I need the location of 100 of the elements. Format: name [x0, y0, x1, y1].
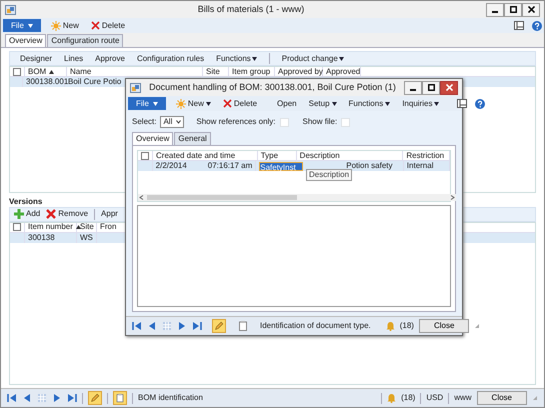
column-header[interactable]: Item number: [28, 222, 73, 232]
company-label[interactable]: www: [454, 393, 472, 403]
column-header[interactable]: Fron: [100, 222, 116, 232]
toolbar-button[interactable]: Inquiries: [400, 98, 442, 108]
column-header[interactable]: BOM: [28, 66, 46, 76]
caret-icon: [206, 102, 211, 106]
first-record-icon[interactable]: [132, 321, 142, 331]
close-button[interactable]: [522, 2, 540, 16]
pencil-icon[interactable]: [212, 319, 226, 333]
pencil-icon[interactable]: [88, 391, 102, 405]
toolbar-button[interactable]: New: [174, 98, 213, 108]
resize-grip-icon[interactable]: [532, 395, 538, 401]
clipboard-icon[interactable]: [113, 391, 127, 405]
delete-icon: [222, 99, 232, 108]
column-header[interactable]: Site: [206, 66, 220, 76]
sun-icon: [176, 98, 186, 108]
column-header[interactable]: Approved: [326, 66, 360, 76]
toolbar-button[interactable]: Remove: [46, 209, 88, 220]
bell-icon: [387, 393, 396, 403]
currency-label[interactable]: USD: [426, 393, 444, 403]
maximize-button[interactable]: [422, 80, 440, 94]
column-header[interactable]: Restriction: [406, 150, 444, 160]
table-cell: 300138: [28, 232, 55, 242]
table-cell: 300138.001: [26, 77, 68, 87]
toolbar-button[interactable]: Add: [14, 209, 40, 220]
table-cell: 2/2/2014: [156, 161, 187, 171]
window-title: Bills of materials (1 - www): [196, 4, 306, 15]
app-icon: [5, 4, 16, 14]
toolbar-button[interactable]: Open: [275, 98, 299, 108]
sort-icon: [76, 225, 81, 230]
file-button[interactable]: File: [3, 19, 41, 32]
field-label: Select:: [132, 117, 156, 127]
clipboard-icon[interactable]: [236, 319, 250, 333]
column-header[interactable]: Name: [70, 66, 92, 76]
last-record-icon[interactable]: [192, 321, 202, 331]
caret-icon: [434, 102, 440, 106]
action-button[interactable]: Configuration rules: [136, 54, 204, 64]
action-button[interactable]: Designer: [20, 54, 52, 64]
action-button[interactable]: Functions: [216, 54, 257, 64]
caret-icon: [252, 56, 257, 60]
column-header[interactable]: Item group: [232, 66, 270, 76]
select-all-checkbox[interactable]: [13, 68, 21, 76]
action-button[interactable]: Lines: [64, 54, 84, 64]
minimize-button[interactable]: [486, 2, 504, 16]
bell-icon: [386, 321, 395, 331]
resize-grip-icon[interactable]: [474, 323, 480, 329]
caret-icon: [152, 102, 158, 106]
delete-icon: [90, 21, 100, 30]
type-input-field[interactable]: SafetyInst: [259, 162, 303, 170]
checkbox[interactable]: [280, 118, 289, 126]
previous-record-icon[interactable]: [22, 393, 32, 403]
caret-icon: [385, 102, 390, 106]
table-cell: Potion safety: [346, 161, 392, 171]
next-record-icon[interactable]: [177, 321, 187, 331]
checkbox[interactable]: [341, 118, 350, 126]
status-text: BOM identification: [138, 393, 203, 403]
maximize-button[interactable]: [504, 2, 522, 16]
file-button[interactable]: File: [128, 97, 166, 110]
last-record-icon[interactable]: [67, 393, 77, 403]
alerts-count[interactable]: (18): [401, 393, 416, 403]
column-header[interactable]: Created date and time: [156, 150, 236, 160]
remove-icon: [46, 209, 56, 220]
toolbar-button[interactable]: Delete: [88, 20, 128, 30]
first-record-icon[interactable]: [7, 393, 17, 403]
help-icon[interactable]: [475, 98, 486, 108]
column-header[interactable]: Approved by: [278, 66, 323, 76]
horizontal-scrollbar[interactable]: [138, 194, 456, 201]
help-icon[interactable]: [532, 20, 542, 30]
column-header[interactable]: Site: [80, 222, 94, 232]
select-all-checkbox[interactable]: [13, 223, 21, 232]
previous-record-icon[interactable]: [147, 321, 157, 331]
select-dropdown[interactable]: All: [160, 116, 184, 128]
toolbar-button[interactable]: Appr: [101, 209, 118, 219]
close-icon: [446, 84, 452, 91]
toolbar-button[interactable]: Functions: [346, 98, 392, 108]
alerts-count[interactable]: (18): [400, 321, 414, 331]
action-button[interactable]: Product change: [282, 54, 344, 64]
table-cell: Boil Cure Potio: [68, 77, 122, 87]
chevron-icon: [176, 120, 182, 124]
tab[interactable]: General: [174, 132, 211, 145]
close-button[interactable]: Close: [476, 391, 527, 405]
tab[interactable]: Overview: [5, 34, 46, 47]
next-record-icon[interactable]: [52, 393, 62, 403]
select-all-checkbox[interactable]: [141, 152, 149, 160]
close-button[interactable]: Close: [418, 319, 470, 333]
tab[interactable]: Overview: [132, 132, 174, 145]
toolbar-button[interactable]: Setup: [306, 98, 339, 108]
column-header[interactable]: Description: [300, 150, 340, 160]
toolbar-button[interactable]: Delete: [220, 98, 260, 108]
column-header[interactable]: Type: [260, 150, 278, 160]
tooltip: Description: [306, 169, 352, 181]
tab[interactable]: Configuration route: [47, 34, 124, 47]
minimize-button[interactable]: [404, 80, 422, 94]
table-cell: Internal: [406, 161, 434, 171]
close-button[interactable]: [440, 80, 458, 94]
action-button[interactable]: Approve: [95, 54, 125, 64]
caret-icon: [332, 102, 337, 106]
layout-icon[interactable]: [514, 21, 524, 30]
toolbar-button[interactable]: New: [48, 20, 81, 30]
layout-icon[interactable]: [457, 99, 468, 108]
